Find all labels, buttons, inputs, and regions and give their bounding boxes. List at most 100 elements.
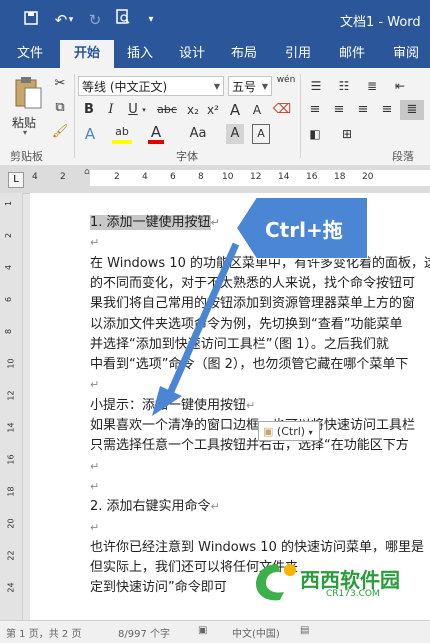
proofing-icon[interactable]: ▣: [198, 625, 207, 636]
phonetic-guide-button[interactable]: wén: [274, 74, 298, 94]
document-line[interactable]: 以添加文件夹选项命令为例，先切换到“查看”功能菜单: [90, 315, 402, 335]
ruler-tick-label: 20: [362, 172, 374, 182]
numbering-icon[interactable]: ☷: [332, 76, 356, 96]
italic-button[interactable]: I: [102, 100, 120, 120]
font-name-combo[interactable]: 等线 (中文正文) ▼: [78, 76, 224, 96]
highlight-button[interactable]: ab: [112, 124, 132, 144]
paste-dropdown-icon[interactable]: ▾: [23, 128, 27, 137]
ruler-tick-label: 6: [4, 296, 14, 303]
ruler-tick-label: 1: [4, 200, 14, 207]
multilevel-list-icon[interactable]: ≣: [360, 76, 384, 96]
tab-insert[interactable]: 插入: [118, 40, 162, 68]
paste-icon: [15, 77, 42, 109]
document-line[interactable]: 并选择“添加到快速访问工具栏”（图 1）。之后我们就: [90, 335, 389, 355]
tab-review[interactable]: 审阅: [384, 40, 428, 68]
character-shading-button[interactable]: A: [226, 124, 244, 144]
read-mode-icon[interactable]: ▤: [300, 625, 309, 636]
grow-font-button[interactable]: A: [226, 100, 244, 120]
tab-file[interactable]: 文件: [8, 40, 52, 68]
document-line[interactable]: ↵: [90, 233, 99, 253]
ruler-tick-label: 6: [170, 172, 176, 182]
cut-icon[interactable]: ✂: [50, 74, 70, 94]
clear-formatting-icon[interactable]: ⌫: [272, 100, 292, 120]
align-center-icon[interactable]: ≡: [328, 100, 350, 120]
document-line[interactable]: 小提示：添加一键使用按钮↵: [90, 396, 255, 416]
line-text: 以添加文件夹选项命令为例，先切换到“查看”功能菜单: [90, 316, 403, 332]
document-line[interactable]: 1. 添加一键使用按钮↵: [90, 213, 220, 233]
bold-button[interactable]: B: [80, 100, 98, 120]
decrease-indent-icon[interactable]: ⇤: [390, 76, 410, 96]
ruler-tick-label: 24: [6, 582, 16, 593]
language-indicator[interactable]: 中文(中国): [232, 625, 280, 640]
document-title: 文档1 - Word: [340, 15, 421, 30]
tab-home[interactable]: 开始: [60, 40, 114, 68]
group-label-font: 字体: [176, 150, 198, 163]
tab-references[interactable]: 引用: [276, 40, 320, 68]
text-effects-button[interactable]: A: [80, 124, 100, 144]
ruler-tick-label: 12: [250, 172, 262, 182]
document-line[interactable]: 也许你已经注意到 Windows 10 的快速访问菜单，哪里是: [90, 538, 424, 558]
document-line[interactable]: 如果喜欢一个清净的窗口边框，也可以将快速访问工具栏: [90, 416, 415, 436]
chevron-down-icon: ▼: [213, 82, 220, 91]
ruler-tick-label: 16: [6, 454, 16, 465]
character-border-icon[interactable]: A: [252, 124, 270, 144]
paragraph-mark: ↵: [246, 398, 256, 412]
document-line[interactable]: ↵: [90, 375, 99, 395]
justify-icon[interactable]: ≡: [376, 100, 398, 120]
customize-toolbar-icon[interactable]: ▾: [140, 9, 162, 31]
ruler-tick-label: 14: [6, 422, 16, 433]
ruler-tick-label: 14: [278, 172, 290, 182]
ruler-tick-label: 10: [222, 172, 234, 182]
align-right-icon[interactable]: ≡: [352, 100, 374, 120]
line-text: 只需选择任意一个工具按钮并右击，选择“在功能区下方: [90, 438, 409, 454]
distribute-icon[interactable]: ≣: [400, 100, 424, 120]
align-left-icon[interactable]: ≡: [304, 100, 326, 120]
paste-options-button[interactable]: ▣ (Ctrl) ▾: [258, 421, 320, 441]
underline-dropdown-icon[interactable]: ▾: [140, 100, 148, 120]
tab-mailings[interactable]: 邮件: [330, 40, 374, 68]
ruler-tick-label: 22: [6, 550, 16, 561]
tab-selector-icon[interactable]: L: [8, 172, 24, 188]
save-icon[interactable]: [20, 9, 42, 31]
document-line[interactable]: ↵: [90, 457, 99, 477]
shrink-font-button[interactable]: A: [248, 100, 266, 120]
font-size-combo[interactable]: 五号 ▼: [228, 76, 272, 96]
tab-layout[interactable]: 布局: [222, 40, 266, 68]
document-line[interactable]: ↵: [90, 518, 99, 538]
horizontal-ruler[interactable]: L 4 2 ⌂ 2 4 6 8 10 12 14 16 18 20: [0, 165, 430, 194]
page-count[interactable]: 第 1 页，共 2 页: [6, 625, 81, 640]
print-preview-icon[interactable]: [112, 9, 134, 31]
paste-options-label: (Ctrl): [276, 425, 306, 438]
format-painter-icon[interactable]: 🖌: [50, 122, 70, 142]
redo-icon[interactable]: ↻: [84, 9, 106, 31]
document-line[interactable]: 2. 添加右键实用命令↵: [90, 497, 220, 517]
tab-design[interactable]: 设计: [170, 40, 214, 68]
strikethrough-button[interactable]: abc: [154, 100, 180, 120]
change-case-button[interactable]: Aa: [186, 124, 210, 144]
indent-marker[interactable]: ⌂: [84, 167, 90, 177]
clipboard-icon: ▣: [263, 425, 274, 438]
ruler-tick-label: 2: [114, 172, 120, 182]
paste-button[interactable]: 粘贴 ▾: [8, 74, 48, 138]
subscript-button[interactable]: x₂: [184, 100, 202, 120]
document-line[interactable]: 只需选择任意一个工具按钮并右击，选择“在功能区下方: [90, 436, 409, 456]
document-line[interactable]: 定到快速访问”命令即可: [90, 578, 227, 598]
borders-icon[interactable]: ⊞: [336, 124, 358, 144]
shading-icon[interactable]: ◧: [304, 124, 326, 144]
superscript-button[interactable]: x²: [204, 100, 222, 120]
ruler-tick-label: 2: [60, 172, 66, 182]
paragraph-mark: ↵: [90, 520, 100, 534]
ruler-tick-label: 12: [6, 390, 16, 401]
vertical-ruler[interactable]: 1 2 4 6 8 10 12 14 16 18 20 22 24: [0, 193, 23, 620]
line-text: 果我们将自己常用的按钮添加到资源管理器菜单上方的窗: [90, 296, 416, 312]
word-count[interactable]: 8/997 个字: [118, 625, 170, 640]
copy-icon[interactable]: ⧉: [50, 98, 70, 118]
undo-dropdown-icon[interactable]: ▾: [66, 9, 76, 31]
document-line[interactable]: 的不同而变化，对于不太熟悉的人来说，找个命令按钮可: [90, 274, 415, 294]
document-line[interactable]: ↵: [90, 477, 99, 497]
bullets-icon[interactable]: ☰: [304, 76, 328, 96]
document-line[interactable]: 中看到“选项”命令（图 2），也勿须管它藏在哪个菜单下: [90, 355, 408, 375]
font-color-button[interactable]: A: [148, 124, 164, 144]
font-name-value: 等线 (中文正文): [82, 80, 168, 94]
document-line[interactable]: 果我们将自己常用的按钮添加到资源管理器菜单上方的窗: [90, 294, 415, 314]
